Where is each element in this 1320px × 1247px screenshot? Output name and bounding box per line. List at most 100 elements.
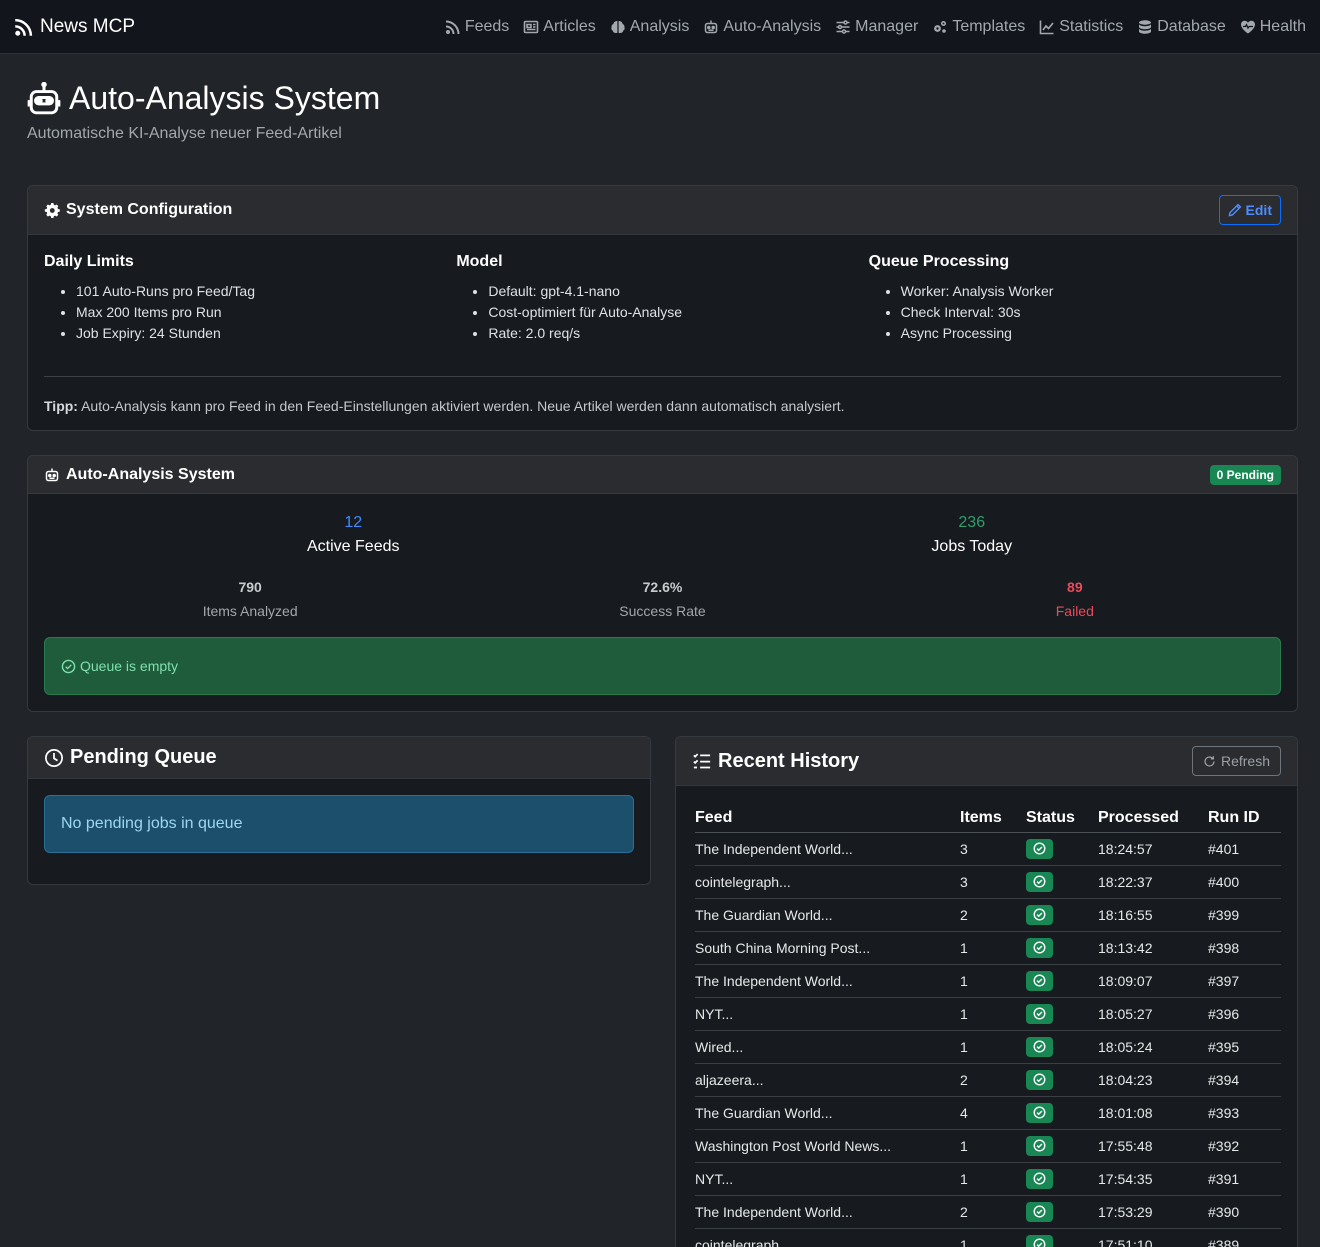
card-title-text: Recent History xyxy=(718,749,860,772)
check-circle-icon xyxy=(1033,875,1046,888)
history-feed-cell: South China Morning Post... xyxy=(695,931,960,965)
top-navbar: News MCP Feeds Articles Analysis Auto-An… xyxy=(0,0,1320,54)
history-status-cell xyxy=(1026,964,1098,998)
card-header: System Configuration Edit xyxy=(28,186,1297,235)
stats-row-secondary: 790 Items Analyzed 72.6% Success Rate 89… xyxy=(28,579,1297,619)
history-run-id-cell: #390 xyxy=(1208,1195,1281,1229)
history-feed-cell: Washington Post World News... xyxy=(695,1129,960,1163)
card-title: Auto-Analysis System xyxy=(44,466,235,484)
bottom-row: Pending Queue No pending jobs in queue R… xyxy=(27,736,1298,1247)
history-status-cell xyxy=(1026,1096,1098,1130)
table-row[interactable]: South China Morning Post... 1 18:13:42 #398 xyxy=(695,931,1281,965)
table-row[interactable]: cointelegraph... 1 17:51:10 #389 xyxy=(695,1228,1281,1247)
card-title-text: System Configuration xyxy=(66,201,233,218)
history-run-id-cell: #394 xyxy=(1208,1063,1281,1097)
history-run-id-cell: #401 xyxy=(1208,832,1281,866)
status-success-badge xyxy=(1026,1003,1053,1024)
history-processed-cell: 17:53:29 xyxy=(1098,1195,1208,1229)
table-row[interactable]: Wired... 1 18:05:24 #395 xyxy=(695,1030,1281,1064)
history-status-cell xyxy=(1026,898,1098,932)
nav-label: Database xyxy=(1157,17,1226,35)
history-processed-cell: 18:22:37 xyxy=(1098,865,1208,899)
nav-feeds[interactable]: Feeds xyxy=(445,18,509,36)
config-list-item: Max 200 Items pro Run xyxy=(76,302,456,323)
check-circle-icon xyxy=(1033,941,1046,954)
brain-icon xyxy=(611,20,625,33)
database-icon xyxy=(1139,19,1152,34)
column-header-run-id: Run ID xyxy=(1208,802,1281,833)
nav-auto-analysis[interactable]: Auto-Analysis xyxy=(703,18,821,36)
history-items-cell: 2 xyxy=(960,1195,1026,1229)
history-feed-cell: The Independent World... xyxy=(695,1195,960,1229)
table-row[interactable]: The Independent World... 3 18:24:57 #401 xyxy=(695,832,1281,866)
card-title-text: Pending Queue xyxy=(70,746,217,768)
table-row[interactable]: The Guardian World... 2 18:16:55 #399 xyxy=(695,898,1281,932)
history-feed-cell: cointelegraph... xyxy=(695,865,960,899)
status-success-badge xyxy=(1026,838,1053,859)
history-items-cell: 3 xyxy=(960,865,1026,899)
history-processed-cell: 18:13:42 xyxy=(1098,931,1208,965)
table-row[interactable]: cointelegraph... 3 18:22:37 #400 xyxy=(695,865,1281,899)
table-row[interactable]: aljazeera... 2 18:04:23 #394 xyxy=(695,1063,1281,1097)
gears-icon xyxy=(934,20,947,33)
refresh-button[interactable]: Refresh xyxy=(1191,746,1281,776)
nav-label: Analysis xyxy=(629,17,690,35)
nav-statistics[interactable]: Statistics xyxy=(1039,18,1123,36)
stat-label: Active Feeds xyxy=(307,538,400,555)
history-status-cell xyxy=(1026,1195,1098,1229)
history-items-cell: 1 xyxy=(960,1030,1026,1064)
card-title: Recent History xyxy=(692,750,859,773)
table-row[interactable]: NYT... 1 17:54:35 #391 xyxy=(695,1162,1281,1196)
nav-health[interactable]: Health xyxy=(1240,18,1306,36)
history-items-cell: 2 xyxy=(960,1063,1026,1097)
history-items-cell: 4 xyxy=(960,1096,1026,1130)
recent-history-card: Recent History Refresh Feed Items Status… xyxy=(675,736,1298,1247)
table-row[interactable]: The Guardian World... 4 18:01:08 #393 xyxy=(695,1096,1281,1130)
nav-templates[interactable]: Templates xyxy=(932,18,1025,36)
nav-label: Health xyxy=(1259,17,1306,35)
robot-icon xyxy=(45,468,59,481)
history-processed-cell: 18:24:57 xyxy=(1098,832,1208,866)
newspaper-icon xyxy=(523,20,539,33)
pencil-icon xyxy=(1228,203,1241,217)
robot-icon xyxy=(705,20,718,33)
brand-link[interactable]: News MCP xyxy=(14,16,135,38)
history-run-id-cell: #393 xyxy=(1208,1096,1281,1130)
page-header: Auto-Analysis System xyxy=(27,80,1298,117)
check-circle-icon xyxy=(1033,1073,1046,1086)
table-row[interactable]: NYT... 1 18:05:27 #396 xyxy=(695,997,1281,1031)
history-run-id-cell: #389 xyxy=(1208,1228,1281,1247)
table-row[interactable]: The Independent World... 1 18:09:07 #397 xyxy=(695,964,1281,998)
stat-label: Jobs Today xyxy=(931,538,1013,555)
table-row[interactable]: The Independent World... 2 17:53:29 #390 xyxy=(695,1195,1281,1229)
history-table-wrapper: Feed Items Status Processed Run ID The I… xyxy=(676,786,1297,1247)
card-header: Recent History Refresh xyxy=(676,737,1297,786)
check-circle-icon xyxy=(1033,908,1046,921)
config-list-item: Cost-optimiert für Auto-Analyse xyxy=(488,302,868,323)
refresh-icon xyxy=(1204,755,1215,767)
rss-icon xyxy=(15,18,33,36)
table-row[interactable]: Washington Post World News... 1 17:55:48 #3… xyxy=(695,1129,1281,1163)
brand-title: News MCP xyxy=(40,15,136,37)
nav-manager[interactable]: Manager xyxy=(835,18,918,36)
sliders-icon xyxy=(836,19,850,34)
config-column-daily-limits: Daily Limits 101 Auto-Runs pro Feed/Tag … xyxy=(44,235,456,344)
history-status-cell xyxy=(1026,1228,1098,1247)
history-status-cell xyxy=(1026,1063,1098,1097)
stat-value: 236 xyxy=(958,514,986,531)
history-processed-cell: 18:04:23 xyxy=(1098,1063,1208,1097)
stat-items-analyzed: 790 Items Analyzed xyxy=(44,579,456,619)
check-circle-icon xyxy=(1033,1040,1046,1053)
card-header: Auto-Analysis System 0 Pending xyxy=(28,456,1297,494)
nav-analysis[interactable]: Analysis xyxy=(610,17,690,36)
history-processed-cell: 18:01:08 xyxy=(1098,1096,1208,1130)
history-table: Feed Items Status Processed Run ID The I… xyxy=(695,802,1281,1247)
history-run-id-cell: #398 xyxy=(1208,931,1281,965)
edit-button[interactable]: Edit xyxy=(1218,195,1281,225)
nav-database[interactable]: Database xyxy=(1137,18,1226,36)
queue-status-text: Queue is empty xyxy=(80,658,179,674)
history-feed-cell: Wired... xyxy=(695,1030,960,1064)
history-feed-cell: cointelegraph... xyxy=(695,1228,960,1247)
nav-articles[interactable]: Articles xyxy=(523,18,596,36)
status-success-badge xyxy=(1026,1201,1053,1222)
